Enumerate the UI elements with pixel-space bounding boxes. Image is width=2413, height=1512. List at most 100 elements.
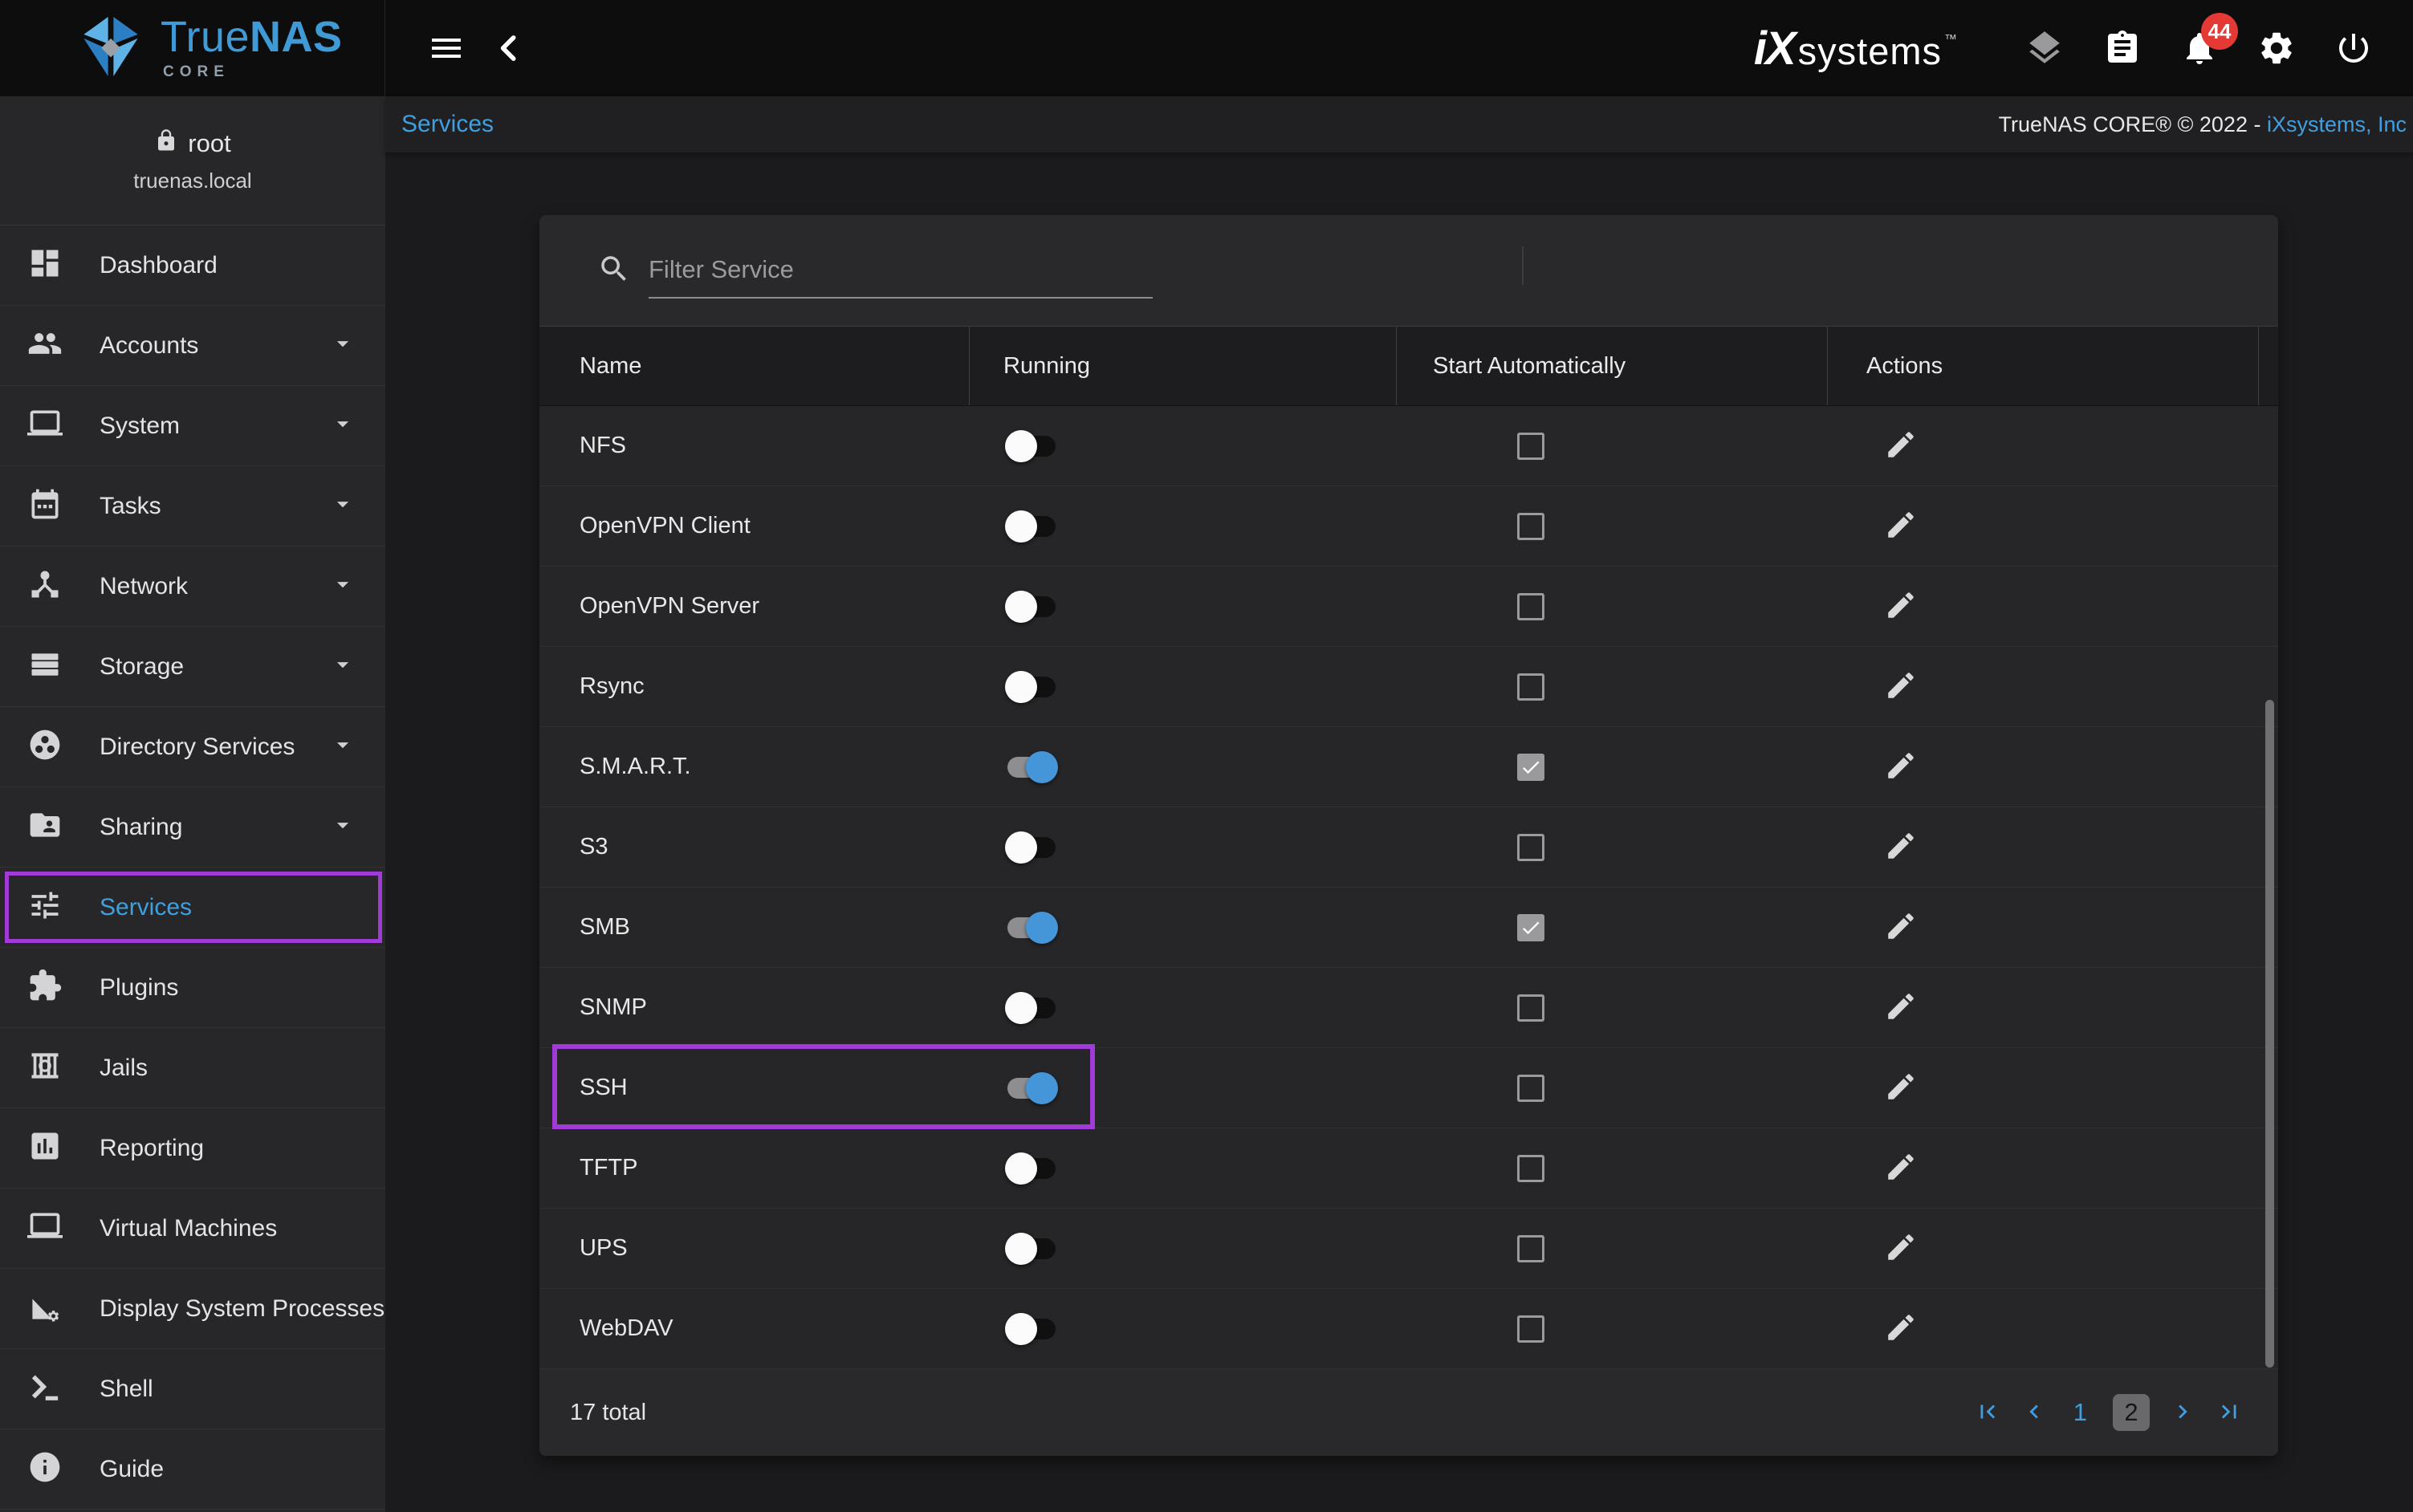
chevron-down-icon	[329, 731, 356, 762]
sidebar-item-network[interactable]: Network	[0, 547, 385, 627]
running-toggle[interactable]	[1005, 912, 1058, 944]
start-automatically-checkbox[interactable]	[1517, 593, 1544, 620]
settings-button[interactable]	[2257, 29, 2296, 67]
edit-service-button[interactable]	[1884, 909, 1918, 945]
start-automatically-checkbox[interactable]	[1517, 433, 1544, 460]
puzzle-icon	[27, 968, 63, 1007]
edit-service-button[interactable]	[1884, 588, 1918, 624]
edit-service-button[interactable]	[1884, 428, 1918, 464]
service-name-cell: WebDAV	[539, 1289, 970, 1368]
sidebar-item-tasks[interactable]: Tasks	[0, 466, 385, 547]
running-toggle[interactable]	[1005, 1072, 1058, 1104]
sidebar-item-services[interactable]: Services	[0, 868, 385, 948]
sidebar-item-shell[interactable]: Shell	[0, 1349, 385, 1429]
running-toggle[interactable]	[1005, 671, 1058, 703]
start-automatically-checkbox[interactable]	[1517, 1075, 1544, 1102]
sidebar-item-reporting[interactable]: Reporting	[0, 1108, 385, 1189]
sidebar-item-display-system-processes[interactable]: Display System Processes	[0, 1269, 385, 1349]
start-automatically-checkbox[interactable]	[1517, 834, 1544, 861]
table-row-openvpn-client: OpenVPN Client	[539, 486, 2278, 567]
service-name: SNMP	[580, 994, 647, 1021]
collapse-nav-button[interactable]	[493, 31, 527, 65]
actions-cell	[1828, 807, 2259, 887]
sidebar-item-accounts[interactable]: Accounts	[0, 306, 385, 386]
topbar-actions: iX systems ™ 44	[1754, 22, 2413, 75]
column-header-actions[interactable]: Actions	[1828, 327, 2259, 405]
power-button[interactable]	[2334, 29, 2373, 67]
edit-service-button[interactable]	[1884, 990, 1918, 1026]
edit-icon	[1884, 669, 1918, 702]
copyright-label: TrueNAS CORE® © 2022 -	[1999, 112, 2267, 136]
task-manager-button[interactable]	[2103, 29, 2142, 67]
truecommand-button[interactable]	[2024, 28, 2065, 68]
shell-icon	[27, 1369, 63, 1408]
running-toggle[interactable]	[1005, 1233, 1058, 1265]
service-name: OpenVPN Server	[580, 593, 759, 620]
start-automatically-checkbox[interactable]	[1517, 673, 1544, 701]
hamburger-menu-button[interactable]	[427, 29, 466, 67]
sidebar-item-directory-services[interactable]: Directory Services	[0, 707, 385, 787]
edit-service-button[interactable]	[1884, 749, 1918, 785]
running-toggle[interactable]	[1005, 751, 1058, 783]
previous-page-button[interactable]	[2020, 1398, 2048, 1428]
brand-area: TrueNAS CORE	[0, 0, 385, 96]
running-toggle[interactable]	[1005, 831, 1058, 864]
service-name-cell: S.M.A.R.T.	[539, 727, 970, 807]
page-1-button[interactable]: 1	[2067, 1398, 2094, 1427]
sidebar-item-jails[interactable]: Jails	[0, 1028, 385, 1108]
running-toggle[interactable]	[1005, 510, 1058, 543]
brand-title-regular: True	[161, 13, 250, 61]
breadcrumb[interactable]: Services	[401, 111, 494, 138]
column-header-start-automatically[interactable]: Start Automatically	[1397, 327, 1828, 405]
running-toggle[interactable]	[1005, 430, 1058, 462]
chart-icon	[27, 1128, 63, 1168]
running-toggle[interactable]	[1005, 1313, 1058, 1345]
sidebar-item-label: Reporting	[100, 1135, 204, 1162]
sidebar-item-sharing[interactable]: Sharing	[0, 787, 385, 868]
start-automatically-checkbox[interactable]	[1517, 1155, 1544, 1182]
storage-icon	[27, 647, 63, 686]
start-automatically-checkbox[interactable]	[1517, 754, 1544, 781]
running-cell	[970, 647, 1397, 726]
edit-service-button[interactable]	[1884, 1070, 1918, 1106]
start-automatically-checkbox[interactable]	[1517, 1235, 1544, 1262]
start-automatically-checkbox[interactable]	[1517, 1315, 1544, 1343]
start-automatically-checkbox[interactable]	[1517, 513, 1544, 540]
notifications-button[interactable]: 44	[2180, 29, 2219, 67]
edit-service-button[interactable]	[1884, 1230, 1918, 1266]
sidebar-item-dashboard[interactable]: Dashboard	[0, 226, 385, 306]
sidebar-item-plugins[interactable]: Plugins	[0, 948, 385, 1028]
sidebar-item-virtual-machines[interactable]: Virtual Machines	[0, 1189, 385, 1269]
toggle-knob	[1026, 1072, 1058, 1104]
edit-icon	[1884, 990, 1918, 1023]
table-row-smb: SMB	[539, 888, 2278, 968]
edit-service-button[interactable]	[1884, 829, 1918, 865]
sidebar-item-storage[interactable]: Storage	[0, 627, 385, 707]
filter-service-input[interactable]	[649, 250, 1153, 299]
sidebar-item-label: Virtual Machines	[100, 1215, 277, 1242]
edit-service-button[interactable]	[1884, 1311, 1918, 1347]
sidebar-item-system[interactable]: System	[0, 386, 385, 466]
sidebar-item-guide[interactable]: Guide	[0, 1429, 385, 1510]
vertical-scrollbar[interactable]	[2265, 700, 2274, 1368]
table-row-webdav: WebDAV	[539, 1289, 2278, 1369]
next-page-button[interactable]	[2169, 1398, 2196, 1428]
edit-service-button[interactable]	[1884, 508, 1918, 544]
page-2-button-current[interactable]: 2	[2113, 1394, 2150, 1431]
start-automatically-checkbox[interactable]	[1517, 914, 1544, 941]
running-toggle[interactable]	[1005, 591, 1058, 623]
start-automatically-checkbox[interactable]	[1517, 994, 1544, 1022]
running-toggle[interactable]	[1005, 1152, 1058, 1185]
column-resize-divider	[1522, 246, 1524, 285]
last-page-button[interactable]	[2216, 1398, 2243, 1428]
column-header-running[interactable]: Running	[970, 327, 1397, 405]
edit-service-button[interactable]	[1884, 1150, 1918, 1186]
first-page-button[interactable]	[1974, 1398, 2001, 1428]
actions-cell	[1828, 1209, 2259, 1288]
copyright-link[interactable]: iXsystems, Inc	[2267, 112, 2407, 136]
edit-service-button[interactable]	[1884, 669, 1918, 705]
service-name: NFS	[580, 433, 626, 459]
actions-cell	[1828, 1048, 2259, 1128]
running-toggle[interactable]	[1005, 992, 1058, 1024]
column-header-name[interactable]: Name	[539, 327, 970, 405]
